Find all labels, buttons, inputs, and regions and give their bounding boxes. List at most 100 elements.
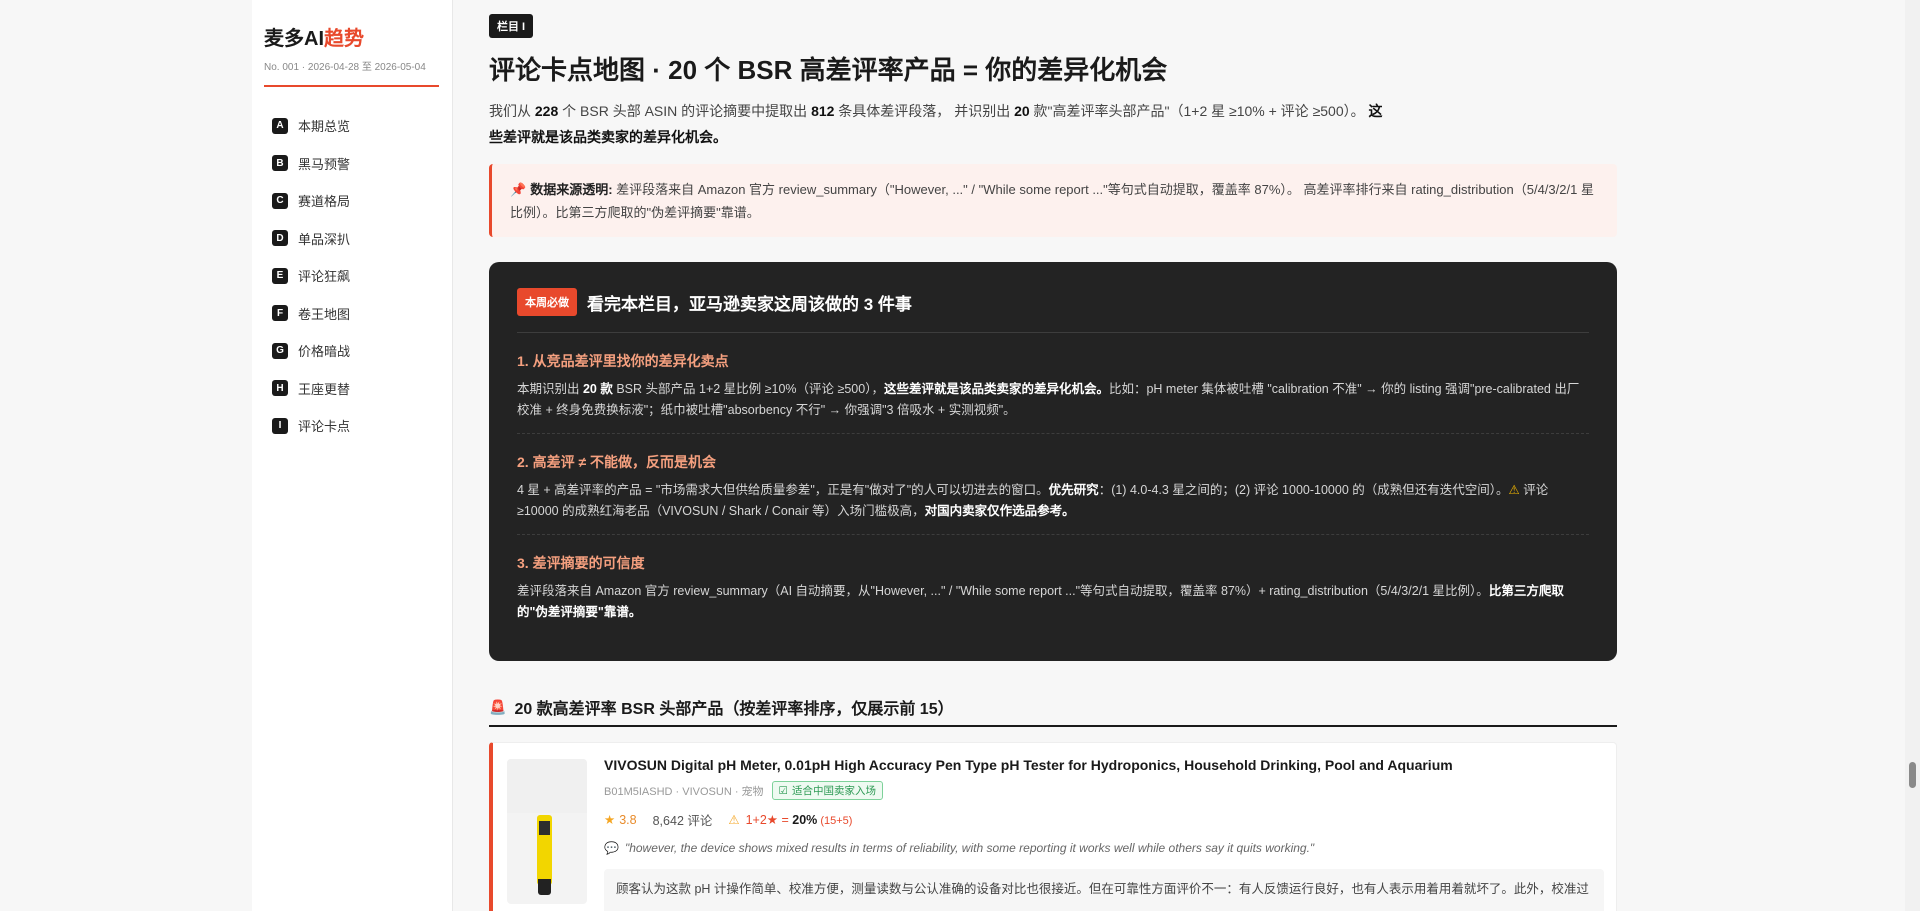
action-body: 差评段落来自 Amazon 官方 review_summary（AI 自动摘要，… <box>517 581 1589 623</box>
product-details: VIVOSUN Digital pH Meter, 0.01pH High Ac… <box>604 757 1604 911</box>
panel-header: 本周必做 看完本栏目，亚马逊卖家这周该做的 3 件事 <box>517 288 1589 316</box>
nav-badge: I <box>272 417 288 434</box>
nav-badge: A <box>272 117 288 134</box>
panel-title: 看完本栏目，亚马逊卖家这周该做的 3 件事 <box>587 294 912 314</box>
product-title[interactable]: VIVOSUN Digital pH Meter, 0.01pH High Ac… <box>604 757 1604 773</box>
sidebar-item-price-war[interactable]: G 价格暗战 <box>264 332 440 370</box>
speech-bubble-icon: 💬 <box>604 841 619 855</box>
image-placeholder <box>507 759 587 813</box>
star-icon: ★ <box>604 813 616 827</box>
brand-accent: 趋势 <box>324 28 364 50</box>
product-card[interactable]: VIVOSUN Digital pH Meter, 0.01pH High Ac… <box>489 742 1617 911</box>
product-image[interactable] <box>507 759 587 904</box>
ph-pen-cap <box>538 879 551 895</box>
negative-label: 1+2★ = <box>745 813 793 827</box>
action-emphasis: 对国内卖家仅作选品参考。 <box>924 504 1075 518</box>
sidebar-item-label: 评论卡点 <box>298 419 351 435</box>
brand-divider <box>264 85 439 87</box>
review-quote: 💬 "however, the device shows mixed result… <box>604 841 1604 855</box>
must-do-badge: 本周必做 <box>517 288 577 316</box>
nav-badge: B <box>272 155 288 172</box>
section-tag: 栏目 I <box>489 14 534 38</box>
notice-label: 数据来源透明: <box>530 182 613 197</box>
product-asin-brand-category: B01M5IASHD · VIVOSUN · 宠物 <box>604 785 764 798</box>
quote-text: "however, the device shows mixed results… <box>624 841 1315 855</box>
nav-badge: H <box>272 380 288 397</box>
action-point-1: 1. 从竞品差评里找你的差异化卖点 本期识别出 20 款 BSR 头部产品 1+… <box>517 333 1589 434</box>
sidebar-item-review-pain[interactable]: I 评论卡点 <box>264 407 440 445</box>
action-heading: 1. 从竞品差评里找你的差异化卖点 <box>517 353 729 369</box>
intro-text: 款"高差评率头部产品"（1+2 星 ≥10% + 评论 ≥500）。 <box>1029 103 1369 119</box>
brand-name: 麦多AI <box>264 28 324 50</box>
intro-text: 条具体差评段落， 并识别出 <box>834 103 1015 119</box>
sidebar-item-label: 价格暗战 <box>298 344 351 360</box>
asin-count: 228 <box>534 103 559 119</box>
action-point-2: 2. 高差评 ≠ 不能做，反而是机会 4 星 + 高差评率的产品 = "市场需求… <box>517 434 1589 535</box>
sidebar-item-competition-map[interactable]: F 卷王地图 <box>264 295 440 333</box>
sidebar-item-label: 黑马预警 <box>298 156 351 172</box>
sidebar-item-dark-horse[interactable]: B 黑马预警 <box>264 145 440 183</box>
sidebar-item-label: 本期总览 <box>298 119 351 135</box>
review-count: 8,642 评论 <box>652 814 713 828</box>
action-text: BSR 头部产品 1+2 星比例 ≥10%（评论 ≥500）， <box>612 382 884 396</box>
alarm-icon: 🚨 <box>489 698 507 715</box>
segment-count: 812 <box>811 103 835 119</box>
page-scrollbar[interactable] <box>1905 0 1920 911</box>
sidebar-item-track[interactable]: C 赛道格局 <box>264 182 440 220</box>
negative-rate: 1+2★ = 20% (15+5) <box>746 812 853 827</box>
scrollbar-thumb[interactable] <box>1909 762 1916 788</box>
sidebar-item-label: 王座更替 <box>298 381 351 397</box>
section-divider <box>489 725 1617 727</box>
brand-logo[interactable]: 麦多AI趋势 <box>264 22 440 51</box>
fit-badge: ☑ 适合中国卖家入场 <box>771 781 883 800</box>
action-emphasis: 优先研究 <box>1048 483 1099 497</box>
sidebar-item-label: 赛道格局 <box>298 194 351 210</box>
action-text: 4 星 + 高差评率的产品 = "市场需求大但供给质量参差"，正是有"做对了"的… <box>517 483 1049 497</box>
sidebar-item-review-surge[interactable]: E 评论狂飙 <box>264 257 440 295</box>
sidebar-item-label: 单品深扒 <box>298 231 351 247</box>
intro-text: 我们从 <box>489 103 535 119</box>
nav-badge: G <box>272 342 288 359</box>
negative-breakdown: (15+5) <box>817 815 853 827</box>
negative-percent: 20% <box>792 813 818 827</box>
main-content: 栏目 I 评论卡点地图 · 20 个 BSR 高差评率产品 = 你的差异化机会 … <box>488 0 1618 911</box>
pin-icon: 📌 <box>510 182 527 197</box>
warning-icon: ⚠ <box>728 813 740 827</box>
product-count: 20 <box>1014 103 1030 119</box>
sidebar-item-label: 评论狂飙 <box>298 269 351 285</box>
sidebar-item-overview[interactable]: A 本期总览 <box>264 107 440 145</box>
product-stats: ★ 3.8 8,642 评论 ⚠ 1+2★ = 20% (15+5) <box>604 810 1604 829</box>
data-source-notice: 📌 数据来源透明: 差评段落来自 Amazon 官方 review_summary… <box>489 164 1617 237</box>
fit-label: 适合中国卖家入场 <box>791 785 876 797</box>
nav-badge: C <box>272 192 288 209</box>
sidebar: 麦多AI趋势 No. 001 · 2026-04-28 至 2026-05-04… <box>252 0 453 911</box>
intro-text: 个 BSR 头部 ASIN 的评论摘要中提取出 <box>558 103 812 119</box>
action-text: ：(1) 4.0-4.3 星之间的；(2) 评论 1000-10000 的（成熟… <box>1098 483 1509 497</box>
sidebar-item-throne[interactable]: H 王座更替 <box>264 370 440 408</box>
page-title: 评论卡点地图 · 20 个 BSR 高差评率产品 = 你的差异化机会 <box>489 55 1168 85</box>
action-heading: 2. 高差评 ≠ 不能做，反而是机会 <box>517 454 717 470</box>
action-heading: 3. 差评摘要的可信度 <box>517 555 645 571</box>
action-body: 4 星 + 高差评率的产品 = "市场需求大但供给质量参差"，正是有"做对了"的… <box>517 480 1589 522</box>
action-emphasis: 20 款 <box>582 382 613 396</box>
warning-icon: ⚠ <box>1508 483 1520 497</box>
action-body: 本期识别出 20 款 BSR 头部产品 1+2 星比例 ≥10%（评论 ≥500… <box>517 379 1589 421</box>
sidebar-item-deep-dive[interactable]: D 单品深扒 <box>264 220 440 258</box>
intro-paragraph: 我们从 228 个 BSR 头部 ASIN 的评论摘要中提取出 812 条具体差… <box>489 98 1389 150</box>
product-rating: 3.8 <box>619 812 637 827</box>
weekly-must-do-panel: 本周必做 看完本栏目，亚马逊卖家这周该做的 3 件事 1. 从竞品差评里找你的差… <box>489 262 1617 661</box>
action-emphasis: 这些差评就是该品类卖家的差异化机会。 <box>883 382 1109 396</box>
sidebar-item-label: 卷王地图 <box>298 306 351 322</box>
action-text: 差评段落来自 Amazon 官方 review_summary（AI 自动摘要，… <box>517 584 1489 598</box>
nav-badge: E <box>272 267 288 284</box>
action-text: 本期识别出 <box>517 382 583 396</box>
section-heading: 🚨 20 款高差评率 BSR 头部产品（按差评率排序，仅展示前 15） <box>489 695 954 719</box>
review-summary: 顾客认为这款 pH 计操作简单、校准方便，测量读数与公认准确的设备对比也很接近。… <box>604 869 1604 911</box>
product-meta: B01M5IASHD · VIVOSUN · 宠物 ☑ 适合中国卖家入场 <box>604 781 1604 800</box>
nav-badge: F <box>272 305 288 322</box>
ph-pen-screen <box>539 821 550 835</box>
action-point-3: 3. 差评摘要的可信度 差评段落来自 Amazon 官方 review_summ… <box>517 535 1589 635</box>
notice-text: 差评段落来自 Amazon 官方 review_summary（"However… <box>510 182 1594 220</box>
section-title: 20 款高差评率 BSR 头部产品（按差评率排序，仅展示前 15） <box>514 701 954 718</box>
issue-date: No. 001 · 2026-04-28 至 2026-05-04 <box>264 62 426 73</box>
